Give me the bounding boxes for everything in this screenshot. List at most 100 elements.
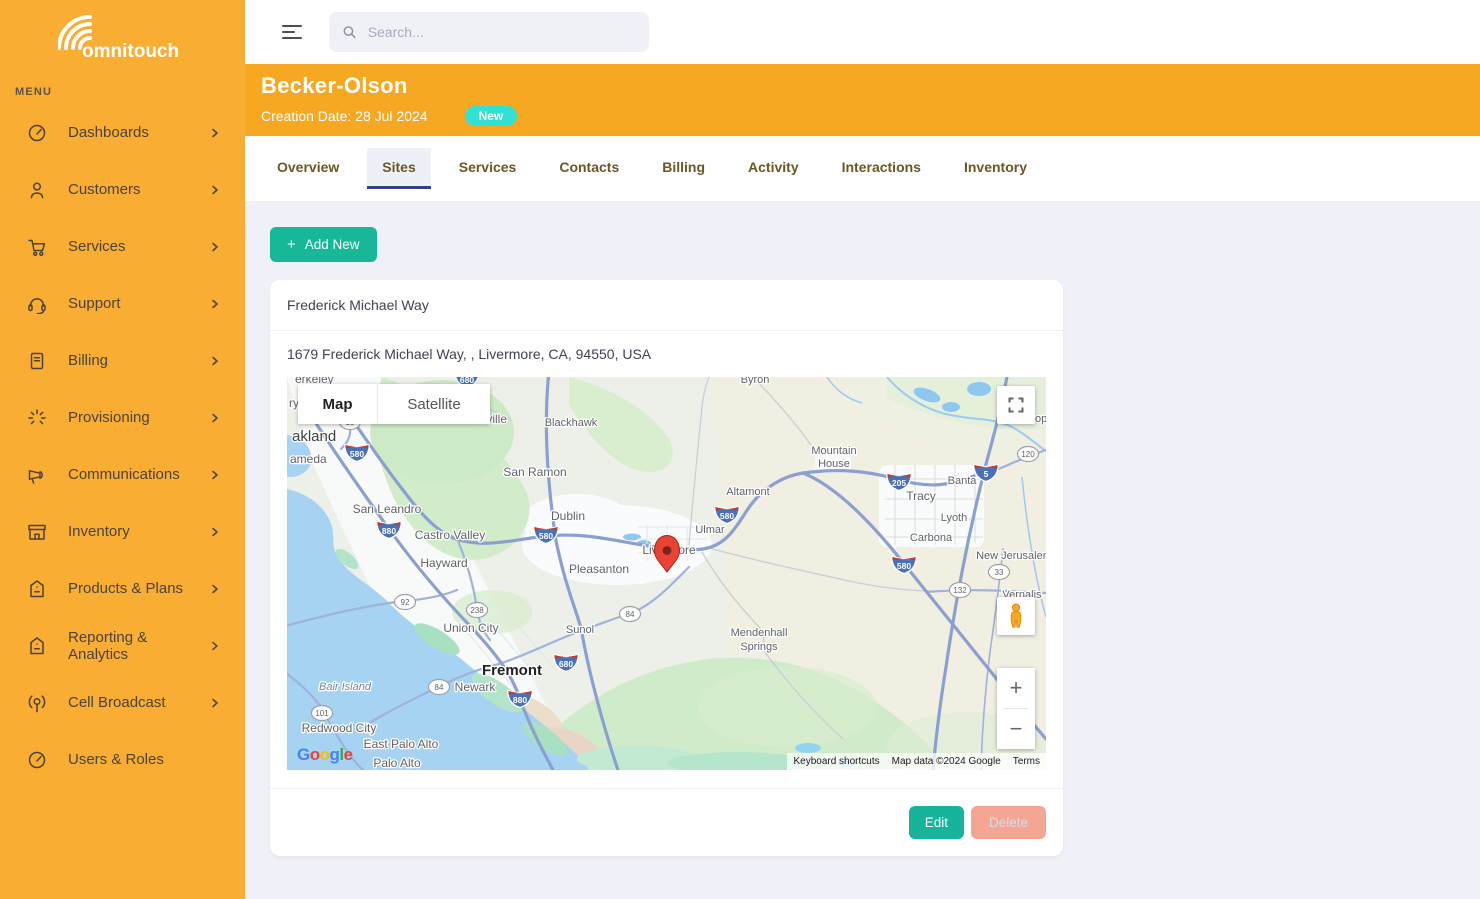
zoom-control: + − xyxy=(997,668,1035,749)
support-headset-icon xyxy=(27,294,47,314)
reporting-badge-icon xyxy=(27,636,47,656)
site-card: Frederick Michael Way 1679 Frederick Mic… xyxy=(270,280,1063,856)
inventory-storefront-icon xyxy=(27,522,47,542)
svg-text:Hayward: Hayward xyxy=(420,556,467,570)
tab-sites[interactable]: Sites xyxy=(367,148,430,189)
sidebar-item-services[interactable]: Services xyxy=(0,218,245,275)
chevron-right-icon xyxy=(209,184,221,196)
main-area: Becker-Olson Creation Date: 28 Jul 2024 … xyxy=(245,0,1480,899)
add-new-button[interactable]: + Add New xyxy=(270,227,377,262)
services-cart-icon xyxy=(27,237,47,257)
sidebar-item-dashboards[interactable]: Dashboards xyxy=(0,104,245,161)
svg-text:Carbona: Carbona xyxy=(910,532,953,544)
dashboards-icon xyxy=(27,123,47,143)
search-box xyxy=(329,12,649,52)
sidebar-item-cell-broadcast[interactable]: Cell Broadcast xyxy=(0,674,245,731)
svg-text:Union City: Union City xyxy=(443,621,498,635)
sidebar-item-reporting-analytics[interactable]: Reporting & Analytics xyxy=(0,617,245,674)
svg-text:120: 120 xyxy=(1021,450,1035,459)
svg-text:Palo Alto: Palo Alto xyxy=(373,756,421,770)
svg-text:Sunol: Sunol xyxy=(566,624,594,636)
users-roles-icon xyxy=(27,750,47,770)
sidebar-item-communications[interactable]: Communications xyxy=(0,446,245,503)
svg-text:205: 205 xyxy=(892,478,906,488)
sidebar-item-products-plans[interactable]: Products & Plans xyxy=(0,560,245,617)
map-artwork: 5808806805806808805802055805139223884841… xyxy=(287,377,1046,770)
chevron-right-icon xyxy=(209,241,221,253)
zoom-in-button[interactable]: + xyxy=(997,668,1035,708)
map-type-satellite-button[interactable]: Satellite xyxy=(378,384,490,424)
map-data-text: Map data ©2024 Google xyxy=(886,753,1007,770)
sidebar-nav: Dashboards Customers Services Support Bi xyxy=(0,104,245,788)
tabs-bar: Overview Sites Services Contacts Billing… xyxy=(245,136,1480,201)
tab-overview[interactable]: Overview xyxy=(262,148,354,189)
svg-text:ameda: ameda xyxy=(290,452,327,466)
topbar xyxy=(245,0,1480,64)
tab-interactions[interactable]: Interactions xyxy=(827,148,936,189)
edit-button[interactable]: Edit xyxy=(909,806,964,839)
svg-text:House: House xyxy=(818,458,850,470)
tab-activity[interactable]: Activity xyxy=(733,148,814,189)
svg-text:Banta: Banta xyxy=(948,475,978,487)
svg-text:akland: akland xyxy=(292,428,336,445)
tab-inventory[interactable]: Inventory xyxy=(949,148,1042,189)
menu-section-label: MENU xyxy=(15,86,245,98)
tab-billing[interactable]: Billing xyxy=(647,148,720,189)
chevron-right-icon xyxy=(209,412,221,424)
omnitouch-logo: omnitouch xyxy=(0,0,245,64)
pegman-control[interactable] xyxy=(997,597,1035,635)
tab-services[interactable]: Services xyxy=(444,148,532,189)
svg-text:880: 880 xyxy=(382,526,396,536)
delete-button[interactable]: Delete xyxy=(971,806,1046,839)
svg-text:Redwood City: Redwood City xyxy=(302,721,377,735)
svg-text:op: op xyxy=(1035,413,1046,425)
zoom-out-button[interactable]: − xyxy=(997,709,1035,749)
svg-text:580: 580 xyxy=(720,511,734,521)
svg-text:Newark: Newark xyxy=(455,680,497,694)
cell-broadcast-icon xyxy=(27,693,47,713)
svg-text:238: 238 xyxy=(470,606,484,615)
svg-text:Springs: Springs xyxy=(740,641,778,653)
sidebar-item-billing[interactable]: Billing xyxy=(0,332,245,389)
site-card-title: Frederick Michael Way xyxy=(270,280,1063,331)
sidebar-item-inventory[interactable]: Inventory xyxy=(0,503,245,560)
svg-text:Mendenhall: Mendenhall xyxy=(731,627,788,639)
app-root: omnitouch MENU Dashboards Customers Serv… xyxy=(0,0,1480,899)
svg-text:580: 580 xyxy=(897,561,911,571)
fullscreen-button[interactable] xyxy=(997,386,1035,424)
svg-text:5: 5 xyxy=(984,469,989,479)
sidebar-item-customers[interactable]: Customers xyxy=(0,161,245,218)
keyboard-shortcuts-link[interactable]: Keyboard shortcuts xyxy=(787,753,885,770)
sidebar-item-users-roles[interactable]: Users & Roles xyxy=(0,731,245,788)
fullscreen-icon xyxy=(1008,397,1024,413)
customer-banner: Becker-Olson Creation Date: 28 Jul 2024 … xyxy=(245,64,1480,136)
svg-text:Bair Island: Bair Island xyxy=(319,681,372,693)
svg-text:San Ramon: San Ramon xyxy=(503,465,566,479)
site-card-footer: Edit Delete xyxy=(270,788,1063,856)
svg-text:Byron: Byron xyxy=(741,377,770,386)
svg-text:Lyoth: Lyoth xyxy=(941,512,968,524)
chevron-right-icon xyxy=(209,697,221,709)
map-attribution: Keyboard shortcuts Map data ©2024 Google… xyxy=(787,753,1046,770)
hamburger-menu-icon[interactable] xyxy=(282,21,302,43)
sidebar-item-provisioning[interactable]: Provisioning xyxy=(0,389,245,446)
provisioning-spinner-icon xyxy=(27,408,47,428)
svg-text:Ulmar: Ulmar xyxy=(695,524,725,536)
svg-text:880: 880 xyxy=(513,695,527,705)
svg-text:omnitouch: omnitouch xyxy=(82,41,179,62)
terms-link[interactable]: Terms xyxy=(1007,753,1046,770)
google-map-canvas[interactable]: 5808806805806808805802055805139223884841… xyxy=(287,377,1046,770)
sidebar-item-support[interactable]: Support xyxy=(0,275,245,332)
chevron-right-icon xyxy=(209,526,221,538)
svg-text:84: 84 xyxy=(626,610,635,619)
map-type-map-button[interactable]: Map xyxy=(298,384,378,424)
creation-date: Creation Date: 28 Jul 2024 xyxy=(261,108,428,124)
svg-text:33: 33 xyxy=(995,568,1004,577)
svg-text:580: 580 xyxy=(539,531,553,541)
search-input[interactable] xyxy=(366,23,636,41)
tab-contacts[interactable]: Contacts xyxy=(544,148,634,189)
customers-icon xyxy=(27,180,47,200)
chevron-right-icon xyxy=(209,127,221,139)
svg-text:132: 132 xyxy=(953,586,967,595)
sidebar: omnitouch MENU Dashboards Customers Serv… xyxy=(0,0,245,899)
